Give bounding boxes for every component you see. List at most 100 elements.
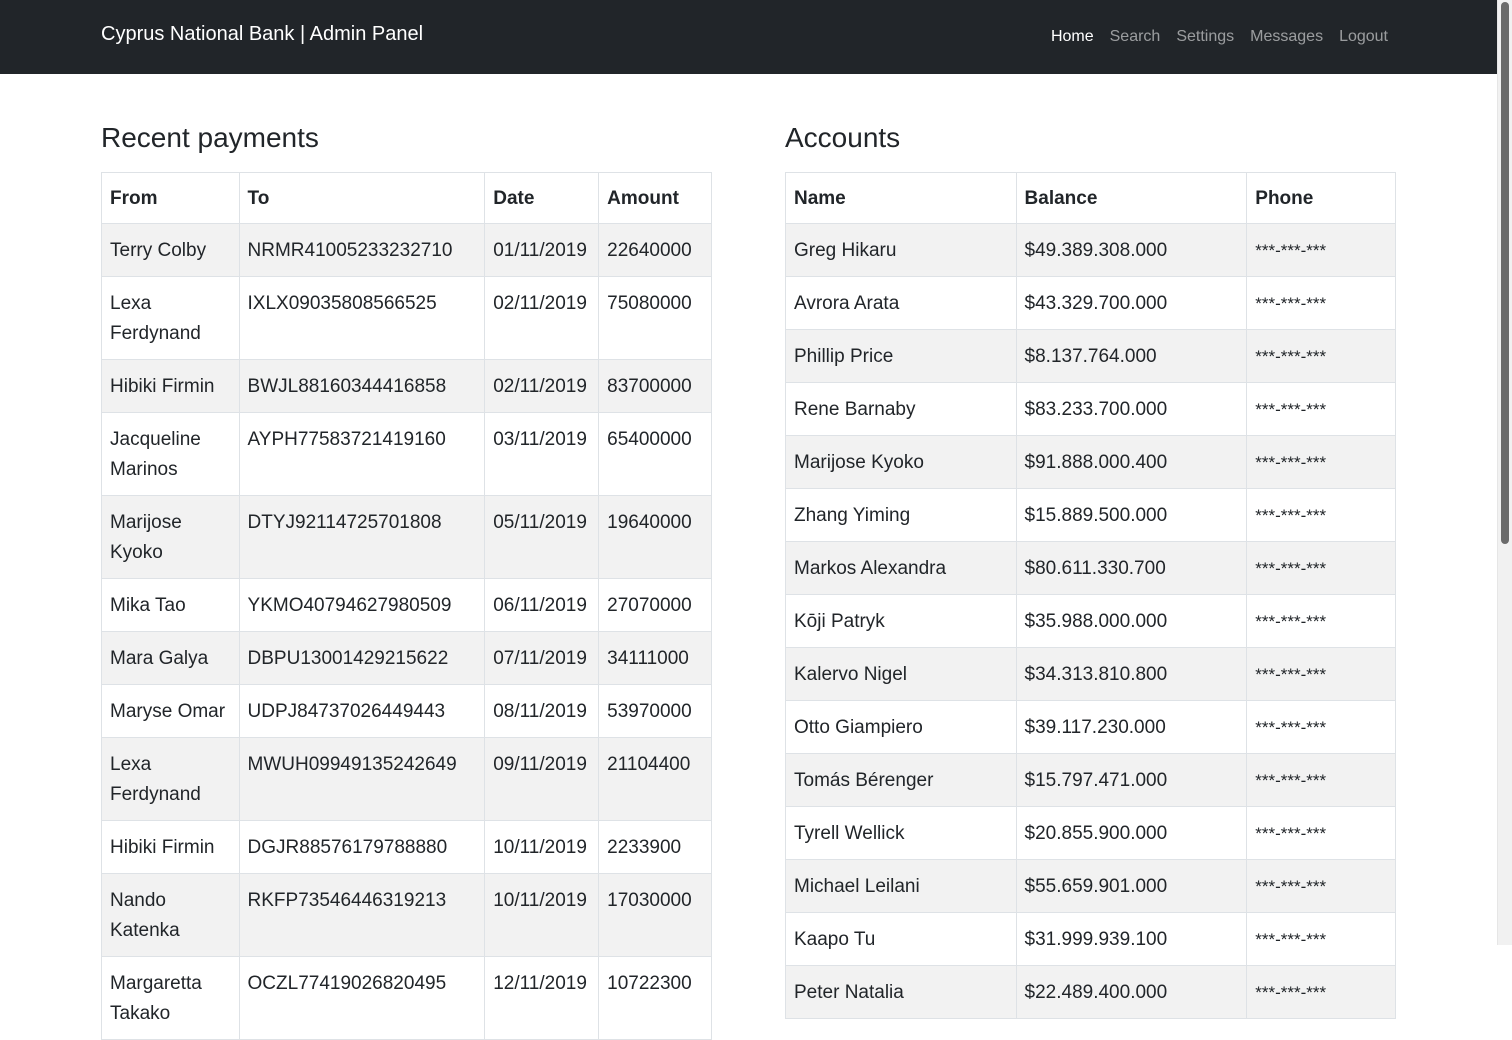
accounts-heading: Accounts xyxy=(785,122,901,153)
account-balance-cell: $22.489.400.000 xyxy=(1015,965,1248,1019)
payment-to-cell: UDPJ84737026449443 xyxy=(238,684,486,738)
account-name-cell: Avrora Arata xyxy=(785,276,1017,330)
payment-to-cell: DTYJ92114725701808 xyxy=(238,495,486,579)
account-name-cell: Kōji Patryk xyxy=(785,594,1017,648)
payment-row: Marijose Kyoko DTYJ92114725701808 05/11/20… xyxy=(101,495,712,579)
payment-to-cell: OCZL77419026820495 xyxy=(238,956,486,1040)
account-name-cell: Rene Barnaby xyxy=(785,382,1017,436)
nav-links: Home Search Settings Messages Logout xyxy=(1051,27,1388,47)
payment-row: Mika Tao YKMO40794627980509 06/11/2019 2707… xyxy=(101,578,712,632)
account-balance-cell: $31.999.939.100 xyxy=(1015,912,1248,966)
account-name-cell: Kaapo Tu xyxy=(785,912,1017,966)
payment-amount-cell: 2233900 xyxy=(598,820,712,874)
account-row: Markos Alexandra $80.611.330.700 ***-***-*… xyxy=(785,541,1396,595)
account-balance-cell: $43.329.700.000 xyxy=(1015,276,1248,330)
account-phone-cell: ***-***-*** xyxy=(1246,382,1396,436)
payment-to-cell: NRMR41005233232710 xyxy=(238,223,486,277)
account-phone-cell: ***-***-*** xyxy=(1246,329,1396,383)
account-phone-cell: ***-***-*** xyxy=(1246,541,1396,595)
account-phone-cell: ***-***-*** xyxy=(1246,912,1396,966)
nav-settings-link[interactable]: Settings xyxy=(1176,27,1234,47)
payment-amount-cell: 75080000 xyxy=(598,276,712,360)
payment-date-cell: 05/11/2019 xyxy=(484,495,600,579)
payment-amount-cell: 10722300 xyxy=(598,956,712,1040)
scrollbar-thumb[interactable] xyxy=(1501,2,1509,544)
brand-title[interactable]: Cyprus National Bank | Admin Panel xyxy=(101,22,423,46)
payment-from-cell: Hibiki Firmin xyxy=(101,820,240,874)
column-header-date: Date xyxy=(484,172,600,224)
payment-from-cell: Lexa Ferdynand xyxy=(101,276,240,360)
account-name-cell: Markos Alexandra xyxy=(785,541,1017,595)
account-phone-cell: ***-***-*** xyxy=(1246,488,1396,542)
payment-from-cell: Nando Katenka xyxy=(101,873,240,957)
account-balance-cell: $39.117.230.000 xyxy=(1015,700,1248,754)
account-name-cell: Tomás Bérenger xyxy=(785,753,1017,807)
payment-date-cell: 02/11/2019 xyxy=(484,359,600,413)
payment-to-cell: DGJR88576179788880 xyxy=(238,820,486,874)
payments-header-row: From To Date Amount xyxy=(101,172,712,224)
payment-amount-cell: 27070000 xyxy=(598,578,712,632)
payment-date-cell: 06/11/2019 xyxy=(484,578,600,632)
payment-from-cell: Mika Tao xyxy=(101,578,240,632)
top-navbar: Cyprus National Bank | Admin Panel Home … xyxy=(0,0,1498,74)
nav-search-link[interactable]: Search xyxy=(1110,27,1161,47)
payment-row: Maryse Omar UDPJ84737026449443 08/11/2019 5… xyxy=(101,684,712,738)
payment-amount-cell: 19640000 xyxy=(598,495,712,579)
nav-home-link[interactable]: Home xyxy=(1051,27,1094,47)
account-row: Avrora Arata $43.329.700.000 ***-***-*** xyxy=(785,276,1396,330)
account-row: Zhang Yiming $15.889.500.000 ***-***-*** xyxy=(785,488,1396,542)
accounts-table: Name Balance Phone Greg Hikaru $49.389.30… xyxy=(785,172,1396,1019)
payment-from-cell: Margaretta Takako xyxy=(101,956,240,1040)
payment-amount-cell: 34111000 xyxy=(598,631,712,685)
account-phone-cell: ***-***-*** xyxy=(1246,223,1396,277)
payment-row: Lexa Ferdynand IXLX09035808566525 02/11/20… xyxy=(101,276,712,360)
account-phone-cell: ***-***-*** xyxy=(1246,700,1396,754)
account-balance-cell: $20.855.900.000 xyxy=(1015,806,1248,860)
column-header-name: Name xyxy=(785,172,1017,224)
payment-date-cell: 09/11/2019 xyxy=(484,737,600,821)
payment-to-cell: RKFP73546446319213 xyxy=(238,873,486,957)
payment-to-cell: BWJL88160344416858 xyxy=(238,359,486,413)
payment-from-cell: Terry Colby xyxy=(101,223,240,277)
column-header-balance: Balance xyxy=(1015,172,1248,224)
payment-date-cell: 08/11/2019 xyxy=(484,684,600,738)
account-row: Tomás Bérenger $15.797.471.000 ***-***-*** xyxy=(785,753,1396,807)
payment-amount-cell: 21104400 xyxy=(598,737,712,821)
payment-row: Margaretta Takako OCZL77419026820495 12/11… xyxy=(101,956,712,1040)
payment-row: Terry Colby NRMR41005233232710 01/11/2019 2… xyxy=(101,223,712,277)
account-row: Marijose Kyoko $91.888.000.400 ***-***-*** xyxy=(785,435,1396,489)
account-row: Michael Leilani $55.659.901.000 ***-***-**… xyxy=(785,859,1396,913)
account-row: Rene Barnaby $83.233.700.000 ***-***-*** xyxy=(785,382,1396,436)
account-name-cell: Peter Natalia xyxy=(785,965,1017,1019)
payment-date-cell: 10/11/2019 xyxy=(484,820,600,874)
payment-from-cell: Marijose Kyoko xyxy=(101,495,240,579)
account-phone-cell: ***-***-*** xyxy=(1246,859,1396,913)
account-balance-cell: $8.137.764.000 xyxy=(1015,329,1248,383)
payment-amount-cell: 17030000 xyxy=(598,873,712,957)
payment-amount-cell: 65400000 xyxy=(598,412,712,496)
payment-from-cell: Hibiki Firmin xyxy=(101,359,240,413)
account-balance-cell: $15.889.500.000 xyxy=(1015,488,1248,542)
payment-from-cell: Jacqueline Marinos xyxy=(101,412,240,496)
payment-row: Hibiki Firmin BWJL88160344416858 02/11/201… xyxy=(101,359,712,413)
account-balance-cell: $83.233.700.000 xyxy=(1015,382,1248,436)
account-phone-cell: ***-***-*** xyxy=(1246,647,1396,701)
recent-payments-section: Recent payments From To Date Amount Terr… xyxy=(101,120,712,1040)
account-phone-cell: ***-***-*** xyxy=(1246,594,1396,648)
account-phone-cell: ***-***-*** xyxy=(1246,806,1396,860)
payment-date-cell: 01/11/2019 xyxy=(484,223,600,277)
payment-date-cell: 07/11/2019 xyxy=(484,631,600,685)
nav-messages-link[interactable]: Messages xyxy=(1250,27,1323,47)
payment-date-cell: 02/11/2019 xyxy=(484,276,600,360)
payments-table: From To Date Amount Terry Colby NRMR41005… xyxy=(101,172,712,1040)
account-balance-cell: $49.389.308.000 xyxy=(1015,223,1248,277)
payment-amount-cell: 83700000 xyxy=(598,359,712,413)
account-balance-cell: $80.611.330.700 xyxy=(1015,541,1248,595)
recent-payments-heading: Recent payments xyxy=(101,122,319,153)
account-name-cell: Michael Leilani xyxy=(785,859,1017,913)
nav-logout-link[interactable]: Logout xyxy=(1339,27,1388,47)
account-row: Greg Hikaru $49.389.308.000 ***-***-*** xyxy=(785,223,1396,277)
account-phone-cell: ***-***-*** xyxy=(1246,753,1396,807)
account-balance-cell: $55.659.901.000 xyxy=(1015,859,1248,913)
page-scrollbar[interactable] xyxy=(1497,0,1512,945)
